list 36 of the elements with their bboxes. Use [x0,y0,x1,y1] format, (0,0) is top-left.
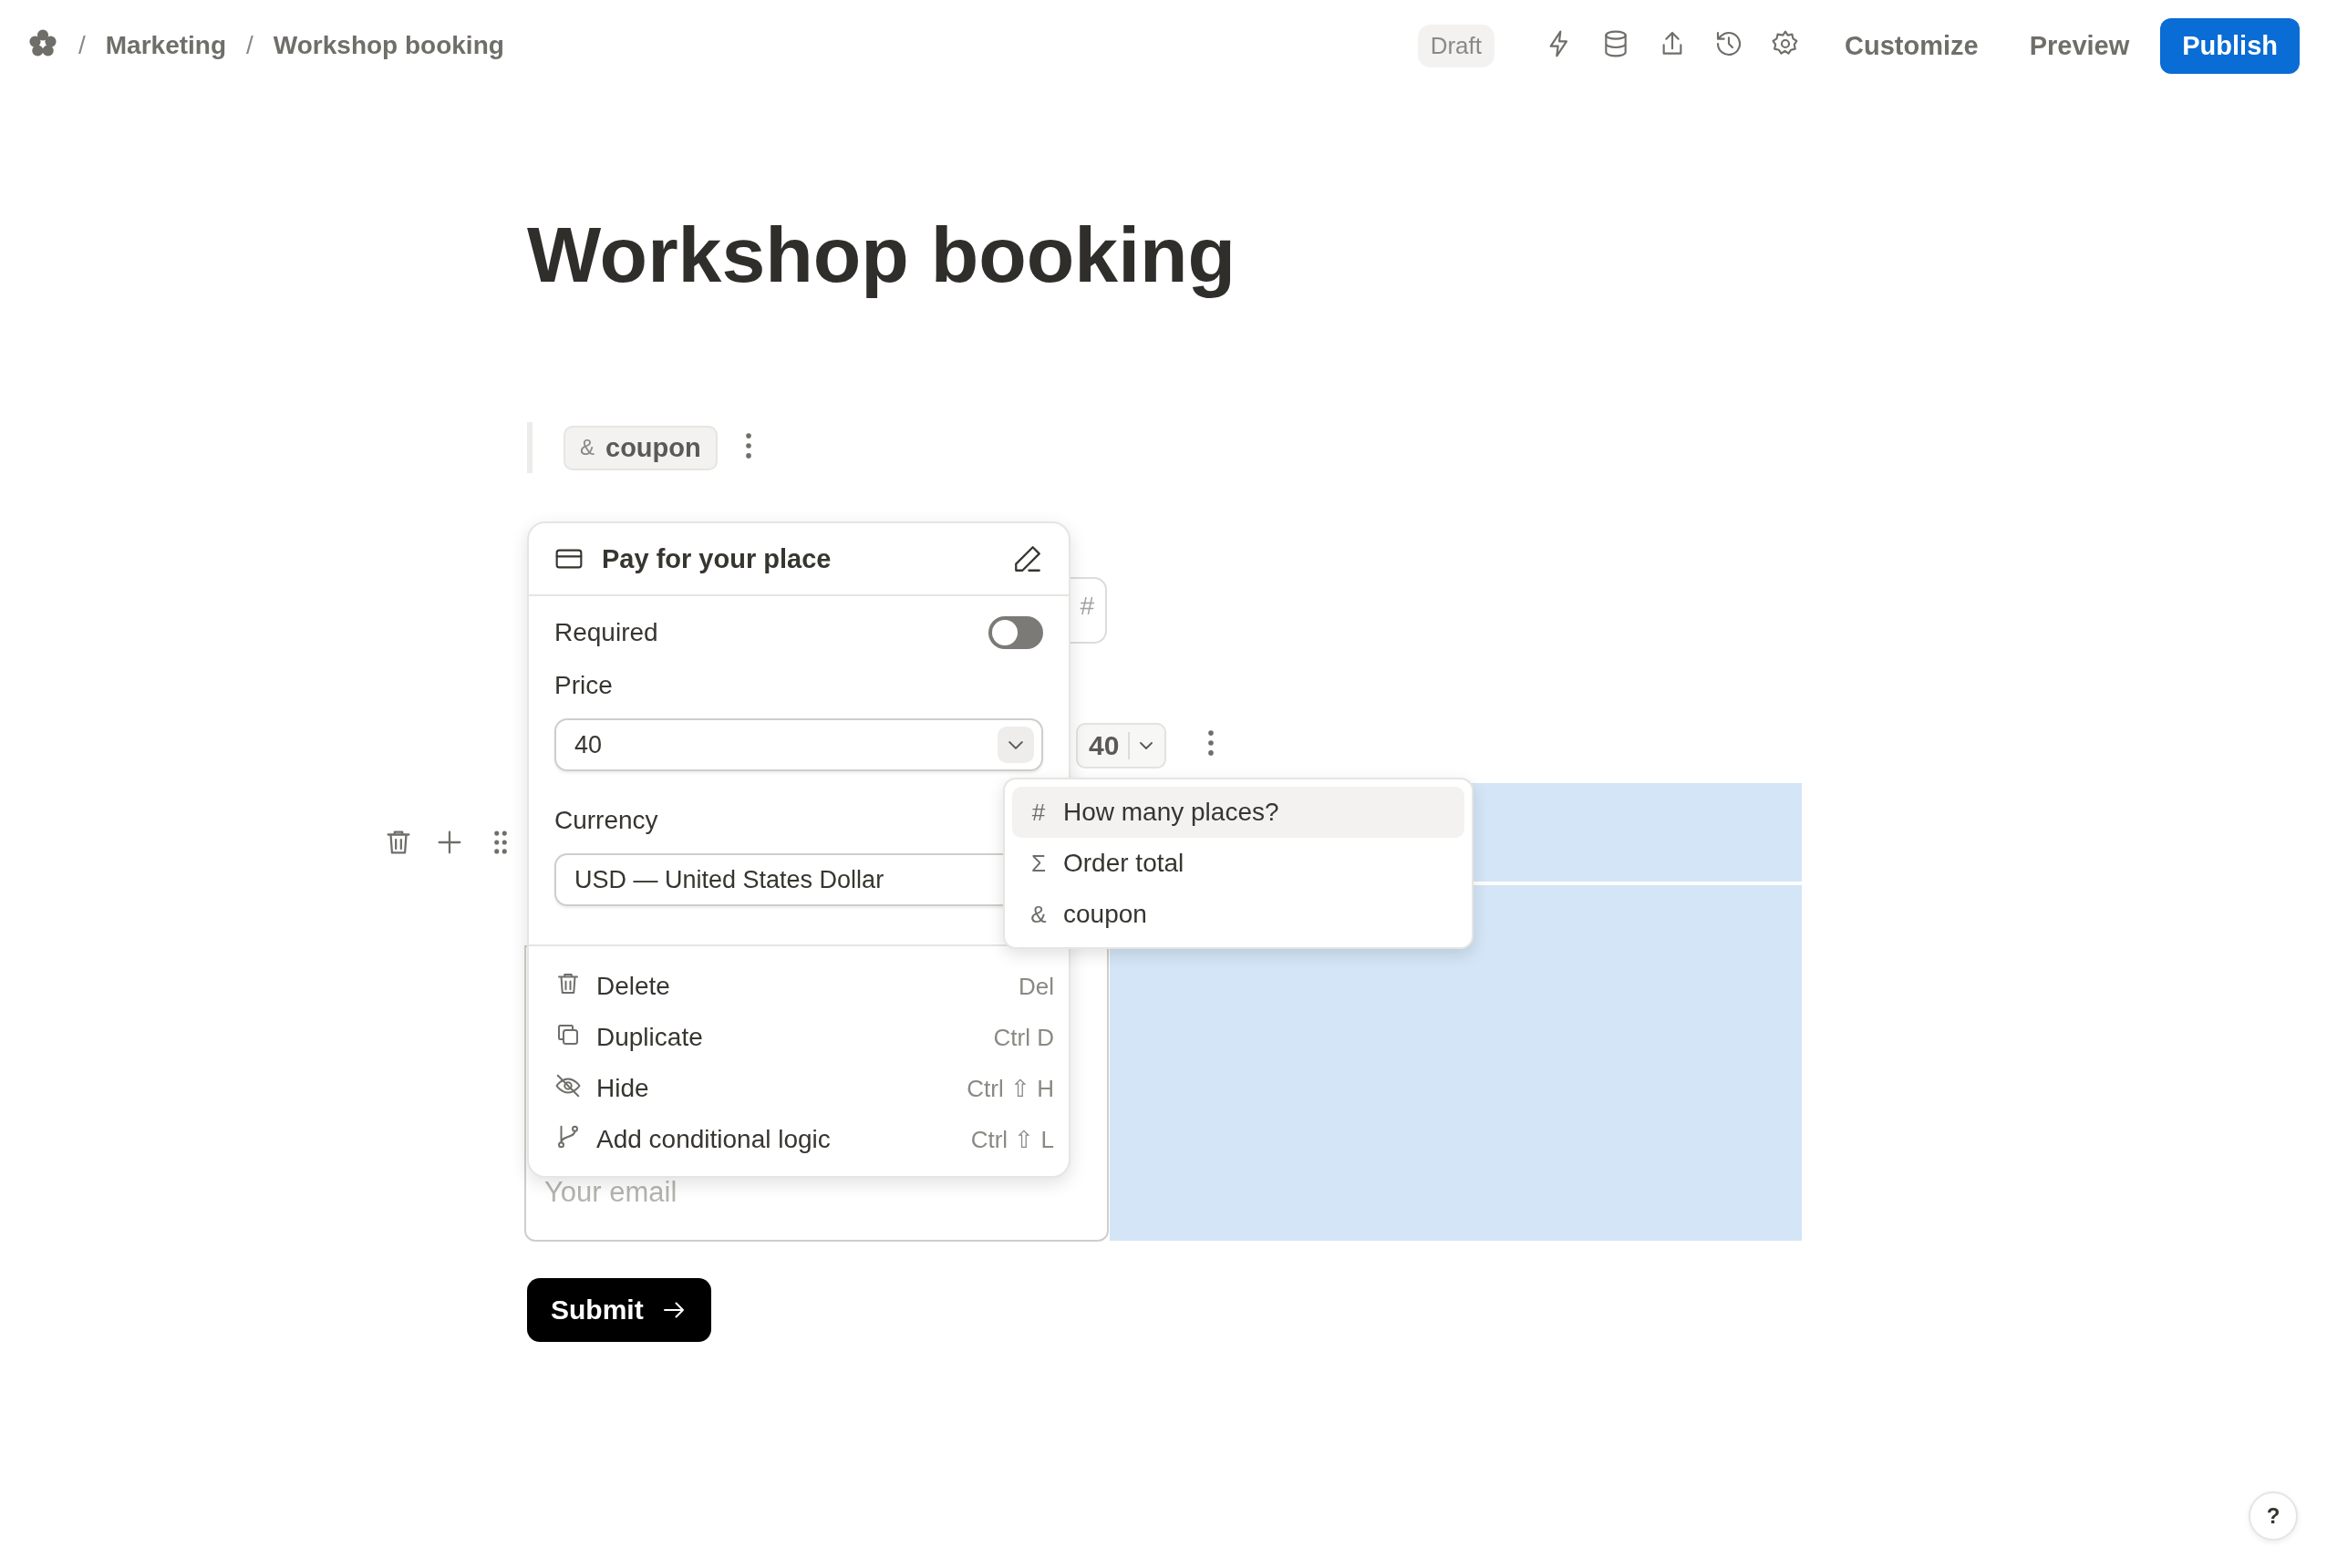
variable-chip[interactable]: & coupon [564,425,718,470]
chevron-down-icon [1139,742,1154,750]
more-icon [744,433,752,459]
breadcrumb-separator: / [78,31,86,60]
currency-label: Currency [554,805,658,836]
menu-item[interactable]: Duplicate Ctrl D [554,1012,1054,1064]
price-select[interactable]: 40 [554,718,1043,772]
menu-item[interactable]: & coupon [1012,889,1464,941]
breadcrumb-link[interactable]: Workshop booking [273,31,504,60]
chevron-down-icon [1008,740,1024,749]
submit-button[interactable]: Submit [527,1278,711,1343]
menu-item[interactable]: Delete Del [554,961,1054,1013]
flower-logo-icon [27,26,58,58]
header-button[interactable]: Customize [1825,21,1999,70]
shortcut-hint: Ctrl D [993,1023,1054,1052]
price-label: Price [554,670,613,701]
page-title: Workshop booking [527,210,1237,300]
menu-item[interactable]: Add conditional logic Ctrl ⇧ L [554,1114,1054,1166]
price-chip[interactable]: 40 [1076,723,1167,769]
header-button[interactable]: Preview [2009,21,2150,70]
status-badge: Draft [1417,24,1494,67]
publish-button[interactable]: Publish [2160,17,2300,74]
breadcrumb-separator: / [246,31,253,60]
popup-title: Pay for your place [602,543,833,574]
history-icon [1714,29,1743,58]
shortcut-hint: Ctrl ⇧ H [967,1074,1054,1103]
shortcut-hint: Ctrl ⇧ L [970,1125,1054,1154]
menu-item[interactable]: Σ Order total [1012,838,1464,890]
more-icon [1207,730,1215,757]
required-toggle[interactable] [988,616,1043,650]
help-button[interactable]: ? [2249,1491,2298,1541]
menu-item[interactable]: # How many places? [1012,787,1464,839]
menu-item[interactable]: Hide Ctrl ⇧ H [554,1063,1054,1115]
breadcrumb-link[interactable]: Marketing [105,31,227,60]
required-label: Required [554,618,658,648]
shortcut-hint: Del [1019,972,1054,1001]
